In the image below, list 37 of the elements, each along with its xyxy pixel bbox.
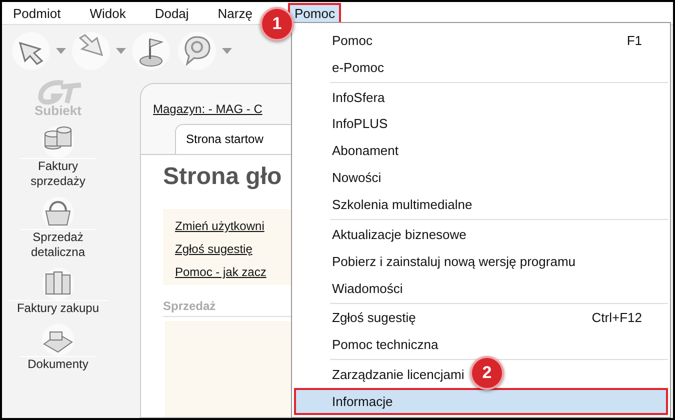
menu-item[interactable]: Widok	[88, 2, 127, 24]
menu-item[interactable]: Abonament	[332, 143, 398, 158]
menu-item[interactable]: Szkolenia multimedialne	[332, 197, 472, 212]
tab[interactable]: Strona startow	[175, 124, 292, 154]
question-bubble-icon[interactable]	[176, 31, 218, 71]
menu-item[interactable]: InfoSfera	[332, 90, 385, 105]
menu-item[interactable]: Pomoc	[288, 2, 341, 24]
menu-item[interactable]: InfoPLUS	[332, 116, 388, 132]
dropdown-caret-icon[interactable]	[222, 48, 232, 54]
flag-icon[interactable]	[130, 31, 172, 71]
link[interactable]: Pomoc - jak zacz	[175, 265, 292, 279]
menu-item[interactable]: Wiadomości	[332, 280, 403, 296]
page-heading: Strona gło	[163, 163, 283, 191]
sidebar-item[interactable]: Faktury sprzedaży	[8, 124, 108, 189]
logo-text: Subiekt	[34, 103, 82, 118]
sidebar-item[interactable]: Dokumenty	[8, 322, 108, 372]
menu-item[interactable]: Pomoc techniczna	[332, 337, 438, 352]
menu-item[interactable]: Pomoc	[332, 32, 372, 48]
menu-item[interactable]: Informacje	[332, 394, 393, 410]
menu-item[interactable]: Aktualizacje biznesowe	[332, 226, 466, 242]
menu-item[interactable]: Nowości	[332, 170, 382, 186]
link[interactable]: Zmień użytkowni	[175, 219, 292, 233]
menu-item[interactable]: Pobierz i zainstaluj nową wersję programu	[332, 254, 576, 269]
dropdown-caret-icon[interactable]	[116, 48, 126, 54]
menu-item[interactable]: Zarządzanie licencjami	[332, 367, 464, 382]
link[interactable]: Zgłoś sugestię	[175, 242, 292, 256]
dropdown-caret-icon[interactable]	[56, 48, 66, 54]
shortcut-text: Ctrl+F12	[592, 310, 642, 326]
sidebar-item[interactable]: Faktury zakupu	[8, 266, 108, 316]
menu-item[interactable]: Zgłoś sugestię	[332, 310, 416, 326]
location-link[interactable]: Magazyn: - MAG - C	[153, 102, 262, 116]
menu-item[interactable]: e-Pomoc	[332, 60, 384, 75]
menu-item[interactable]: Narzę	[216, 2, 254, 24]
shortcut-text: F1	[626, 32, 642, 48]
menu-item[interactable]: Dodaj	[154, 2, 190, 24]
sidebar-item[interactable]: Sprzedaż detaliczna	[8, 195, 108, 260]
menu-item[interactable]: Podmiot	[12, 2, 62, 24]
